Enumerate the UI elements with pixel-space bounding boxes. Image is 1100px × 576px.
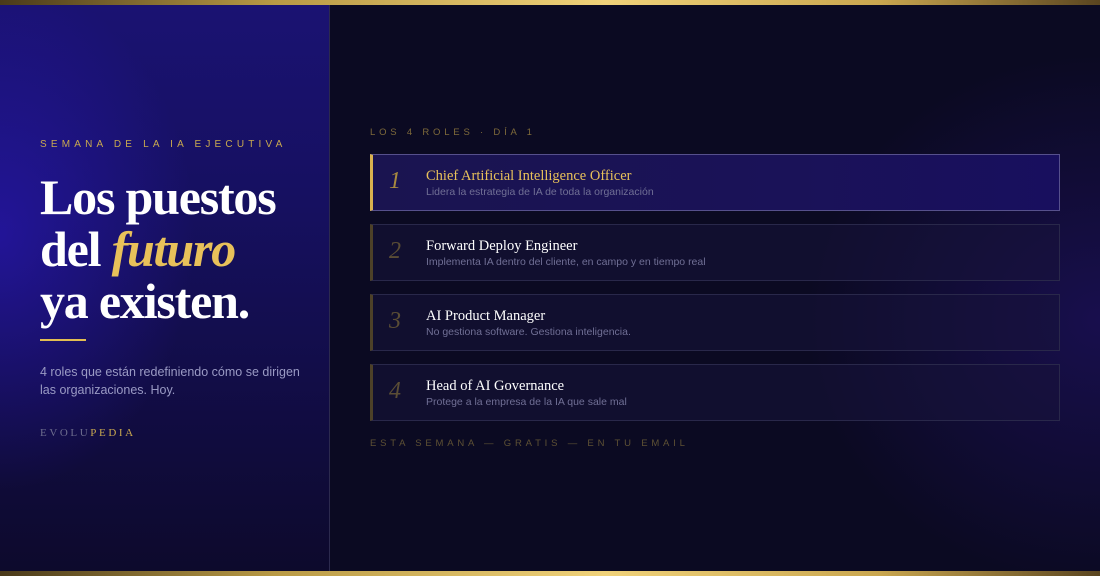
footer-note: ESTA SEMANA — GRATIS — EN TU EMAIL — [370, 438, 689, 449]
role-number: 1 — [389, 168, 401, 194]
headline-accent: futuro — [111, 221, 237, 277]
headline-line-1: Los puestos — [40, 169, 277, 225]
headline: Los puestos del futuro ya existen. — [40, 171, 320, 327]
role-title: Forward Deploy Engineer — [426, 238, 578, 254]
role-description: No gestiona software. Gestiona inteligen… — [426, 326, 631, 338]
roles-list: 1 Chief Artificial Intelligence Officer … — [370, 154, 1060, 434]
role-card-1[interactable]: 1 Chief Artificial Intelligence Officer … — [370, 154, 1060, 211]
left-panel: SEMANA DE LA IA EJECUTIVA Los puestos de… — [0, 5, 330, 571]
headline-line-2-prefix: del — [40, 221, 112, 277]
role-card-2[interactable]: 2 Forward Deploy Engineer Implementa IA … — [370, 224, 1060, 281]
gold-divider — [40, 339, 86, 341]
role-number: 2 — [389, 238, 401, 264]
left-eyebrow: SEMANA DE LA IA EJECUTIVA — [40, 139, 287, 150]
brand-logo: EVOLUPEDIA — [40, 427, 136, 439]
role-description: Lidera la estrategia de IA de toda la or… — [426, 186, 654, 198]
page: SEMANA DE LA IA EJECUTIVA Los puestos de… — [0, 0, 1100, 576]
role-number: 3 — [389, 308, 401, 334]
bottom-gold-bar — [0, 571, 1100, 576]
lede-text: 4 roles que están redefiniendo cómo se d… — [40, 365, 300, 397]
role-number: 4 — [389, 378, 401, 404]
role-title: Chief Artificial Intelligence Officer — [426, 168, 632, 184]
headline-line-2: del futuro — [40, 223, 320, 275]
role-card-3[interactable]: 3 AI Product Manager No gestiona softwar… — [370, 294, 1060, 351]
role-description: Protege a la empresa de la IA que sale m… — [426, 396, 627, 408]
role-card-4[interactable]: 4 Head of AI Governance Protege a la emp… — [370, 364, 1060, 421]
role-description: Implementa IA dentro del cliente, en cam… — [426, 256, 706, 268]
brand-part-2: PEDIA — [90, 427, 136, 439]
roles-eyebrow: LOS 4 ROLES · DÍA 1 — [370, 127, 536, 138]
role-title: Head of AI Governance — [426, 378, 565, 394]
headline-line-3: ya existen. — [40, 273, 250, 329]
role-title: AI Product Manager — [426, 308, 546, 324]
brand-part-1: EVOLU — [40, 427, 91, 439]
